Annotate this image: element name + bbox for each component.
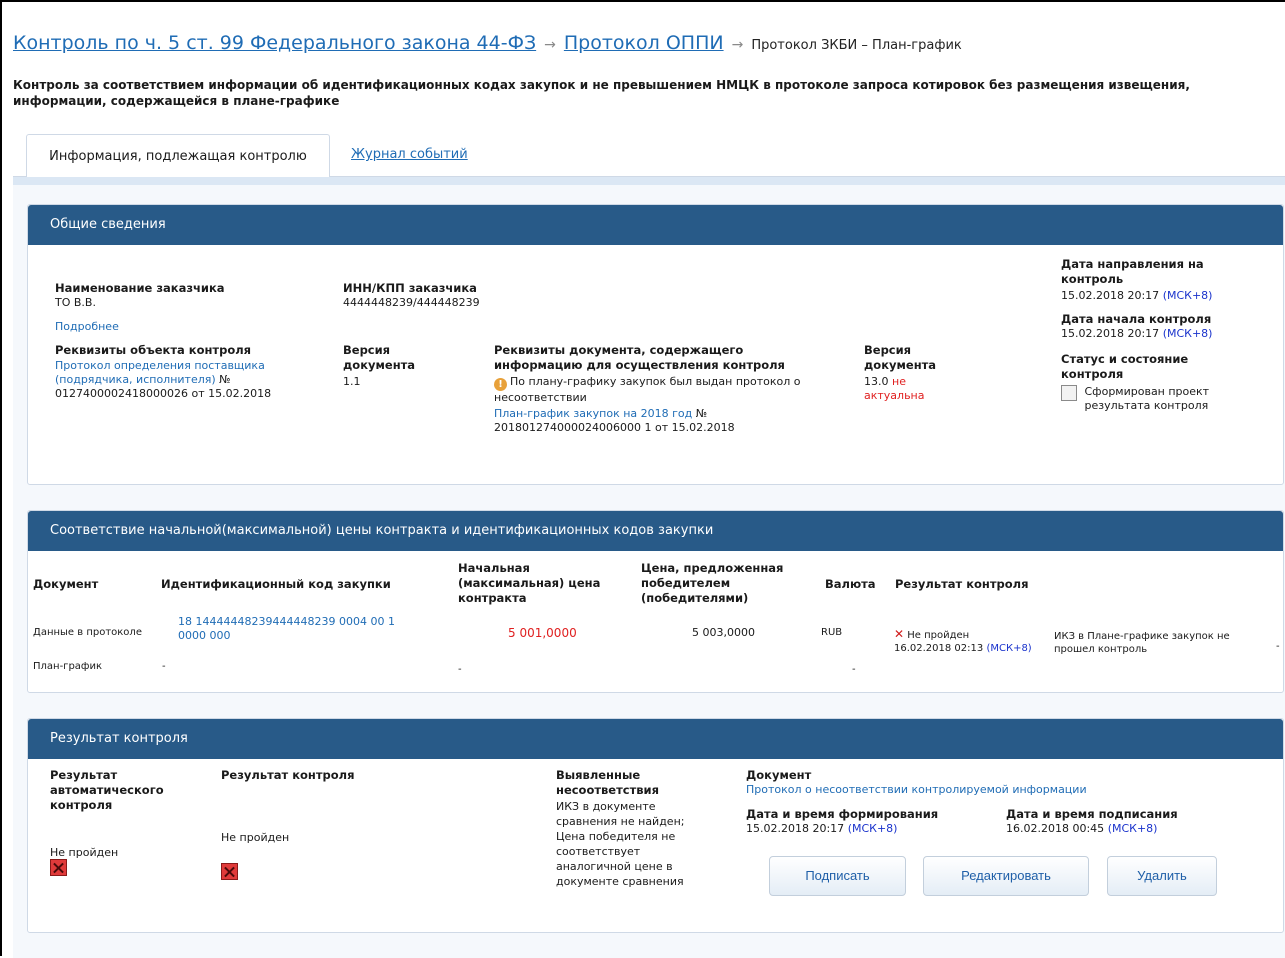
sent-tz: (МСК+8) bbox=[1162, 289, 1213, 302]
control-fail-icon bbox=[221, 863, 238, 880]
doc-link[interactable]: План-график закупок на 2018 год bbox=[494, 407, 692, 420]
col-price: Начальная (максимальная) цена контракта bbox=[458, 561, 601, 605]
control-result-label: Результат контроля bbox=[221, 768, 355, 782]
signed-label: Дата и время подписания bbox=[1006, 807, 1178, 821]
tab-underline bbox=[13, 177, 1285, 185]
inn-value: 4444448239/444448239 bbox=[343, 296, 480, 309]
row1-document: Данные в протоколе bbox=[33, 627, 142, 638]
warning-icon: ! bbox=[494, 378, 507, 391]
row1-code[interactable]: 18 14444448239444448239 0004 00 1 0000 0… bbox=[178, 615, 418, 643]
breadcrumb-arrow-icon: → bbox=[544, 37, 556, 53]
row1-winner-price: 5 003,0000 bbox=[692, 626, 755, 639]
delete-button[interactable]: Удалить bbox=[1107, 856, 1217, 896]
general-panel-title: Общие сведения bbox=[28, 205, 1283, 245]
document-link[interactable]: Протокол о несоответствии контролируемой… bbox=[746, 783, 1087, 797]
inn-label: ИНН/КПП заказчика bbox=[343, 281, 477, 295]
auto-fail-icon bbox=[50, 859, 67, 876]
row1-price: 5 001,0000 bbox=[508, 626, 577, 640]
col-winner-price: Цена, предложенная победителем (победите… bbox=[641, 561, 784, 605]
doc-label: Реквизиты документа, содержащего информа… bbox=[494, 343, 785, 372]
version-1: 1.1 bbox=[343, 375, 361, 388]
breadcrumb-item-control[interactable]: Контроль по ч. 5 ст. 99 Федерального зак… bbox=[13, 32, 536, 54]
result-panel: Результат контроля Результат автоматичес… bbox=[27, 718, 1284, 933]
status-value: Сформирован проект результата контроля bbox=[1084, 385, 1210, 412]
start-tz: (МСК+8) bbox=[1162, 327, 1213, 340]
doc-requisites: План-график закупок на 2018 год № 201801… bbox=[494, 407, 794, 435]
breadcrumb: Контроль по ч. 5 ст. 99 Федерального зак… bbox=[13, 32, 1273, 54]
auto-result-value: Не пройден bbox=[50, 846, 119, 859]
found-label: Выявленные несоответствия bbox=[556, 768, 659, 797]
start-date-block: 15.02.2018 20:17 (МСК+8) bbox=[1061, 327, 1212, 341]
col-currency: Валюта bbox=[825, 577, 876, 591]
start-date: 15.02.2018 20:17 bbox=[1061, 327, 1160, 340]
row2-currency: - bbox=[852, 664, 856, 675]
breadcrumb-item-oppi[interactable]: Протокол ОППИ bbox=[564, 32, 724, 54]
doc-warning: По плану-графику закупок был выдан прото… bbox=[494, 375, 801, 404]
compliance-panel-title: Соответствие начальной(максимальной) цен… bbox=[28, 511, 1283, 551]
tab-controlled-info[interactable]: Информация, подлежащая контролю bbox=[26, 134, 330, 178]
edit-button[interactable]: Редактировать bbox=[923, 856, 1089, 896]
sent-date-block: 15.02.2018 20:17 (МСК+8) bbox=[1061, 289, 1212, 303]
version-label-1: Версия документа bbox=[343, 343, 416, 372]
status-checkbox[interactable] bbox=[1061, 385, 1077, 401]
object-requisites: Протокол определения поставщика (подрядч… bbox=[55, 359, 320, 401]
row2-price: - bbox=[458, 664, 462, 675]
doc-warning-block: ! По плану-графику закупок был выдан прот… bbox=[494, 375, 844, 405]
formed-label: Дата и время формирования bbox=[746, 807, 939, 821]
col-code: Идентификационный код закупки bbox=[161, 577, 391, 591]
sent-label: Дата направления на контроль bbox=[1061, 257, 1204, 286]
row1-tail: - bbox=[1276, 641, 1280, 652]
row1-result-date: 16.02.2018 02:13 bbox=[894, 643, 984, 654]
signed-tz: (МСК+8) bbox=[1107, 822, 1158, 835]
version-2: 13.0 bbox=[864, 375, 889, 388]
signed-date: 16.02.2018 00:45 bbox=[1006, 822, 1105, 835]
tabs-area: Информация, подлежащая контролю Журнал с… bbox=[13, 132, 1285, 958]
col-result: Результат контроля bbox=[895, 577, 1029, 591]
general-panel: Общие сведения Наименование заказчика ТО… bbox=[27, 204, 1284, 485]
signed-block: 16.02.2018 00:45 (МСК+8) bbox=[1006, 822, 1157, 836]
customer-name: ТО В.В. bbox=[55, 296, 96, 309]
col-document: Документ bbox=[33, 577, 99, 591]
control-result-value: Не пройден bbox=[221, 831, 290, 844]
status-label: Статус и состояние контроля bbox=[1061, 352, 1189, 381]
breadcrumb-arrow-icon: → bbox=[731, 37, 744, 53]
document-label: Документ bbox=[746, 768, 812, 782]
row2-document: План-график bbox=[33, 661, 103, 672]
version-label-2: Версия документа bbox=[864, 343, 937, 372]
result-panel-title: Результат контроля bbox=[28, 719, 1283, 759]
row1-currency: RUB bbox=[821, 627, 843, 638]
page-frame: Контроль по ч. 5 ст. 99 Федерального зак… bbox=[0, 0, 1285, 958]
formed-block: 15.02.2018 20:17 (МСК+8) bbox=[746, 822, 897, 836]
row2-code: - bbox=[162, 661, 166, 672]
auto-result-label: Результат автоматического контроля bbox=[50, 768, 164, 812]
sent-date: 15.02.2018 20:17 bbox=[1061, 289, 1160, 302]
sign-button[interactable]: Подписать bbox=[769, 856, 906, 896]
tab-strip: Информация, подлежащая контролю Журнал с… bbox=[13, 132, 1285, 178]
compliance-panel: Соответствие начальной(максимальной) цен… bbox=[27, 510, 1284, 693]
start-label: Дата начала контроля bbox=[1061, 312, 1212, 326]
row1-note: ИКЗ в Плане-графике закупок не прошел ко… bbox=[1054, 631, 1230, 655]
customer-name-label: Наименование заказчика bbox=[55, 281, 225, 295]
formed-date: 15.02.2018 20:17 bbox=[746, 822, 845, 835]
version-2-block: 13.0 не актуальна bbox=[864, 375, 954, 403]
status-block: Сформирован проект результата контроля bbox=[1061, 385, 1261, 413]
tab-event-log[interactable]: Журнал событий bbox=[351, 147, 468, 162]
object-link[interactable]: Протокол определения поставщика (подрядч… bbox=[55, 359, 265, 386]
breadcrumb-current: Протокол ЗКБИ – План-график bbox=[751, 38, 962, 53]
row1-result-status: Не пройден bbox=[907, 630, 970, 641]
object-label: Реквизиты объекта контроля bbox=[55, 343, 252, 357]
row1-result-tz: (МСК+8) bbox=[986, 643, 1032, 654]
row1-result: ✕ Не пройден 16.02.2018 02:13 (МСК+8) bbox=[894, 628, 1054, 655]
found-value: ИКЗ в документе сравнения не найден; Цен… bbox=[556, 800, 685, 888]
page-subtitle: Контроль за соответствием информации об … bbox=[13, 78, 1190, 108]
more-link[interactable]: Подробнее bbox=[55, 320, 119, 334]
formed-tz: (МСК+8) bbox=[847, 822, 898, 835]
fail-x-icon: ✕ bbox=[894, 627, 905, 641]
